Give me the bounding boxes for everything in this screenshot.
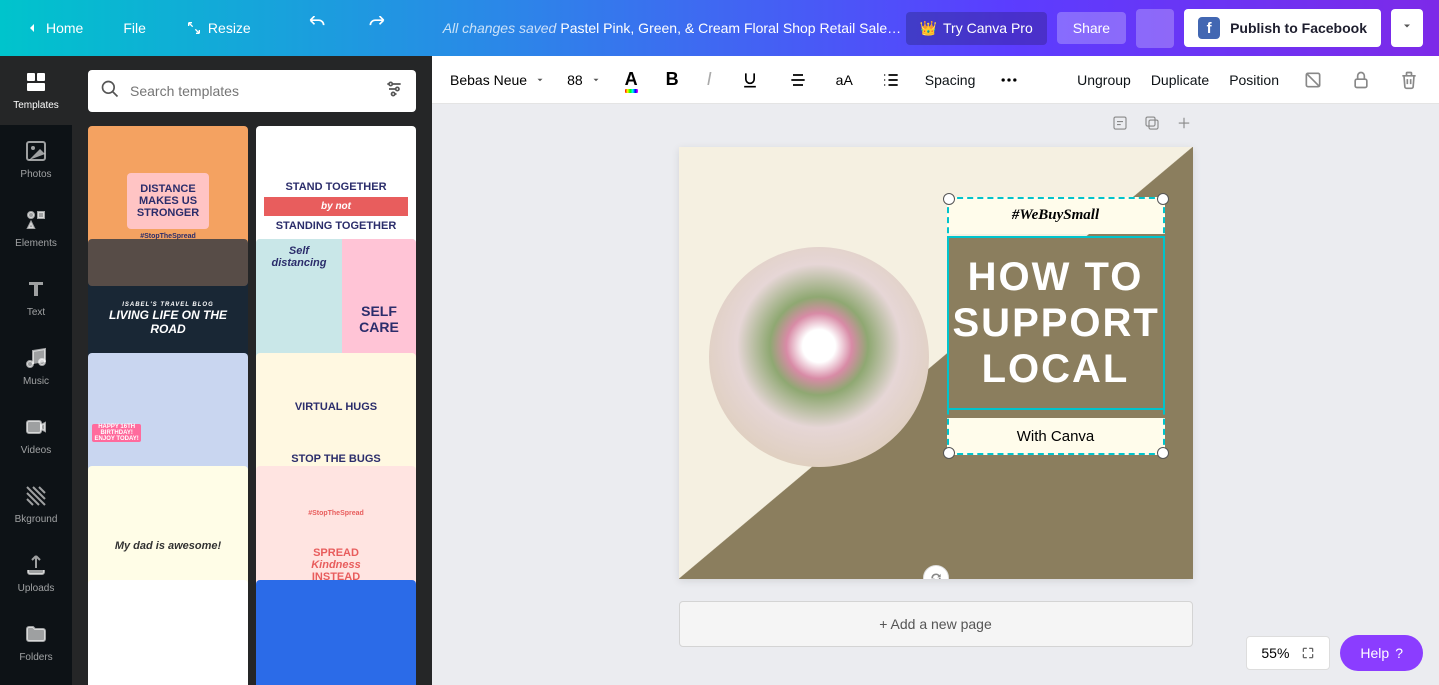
undo-button[interactable] — [299, 8, 335, 49]
nav-background-label: Bkground — [15, 514, 58, 525]
nav-music-label: Music — [23, 376, 49, 387]
nav-photos-label: Photos — [20, 169, 51, 180]
heading-line-3: LOCAL — [953, 346, 1159, 392]
help-label: Help — [1360, 645, 1389, 661]
add-page-icon[interactable] — [1175, 114, 1193, 137]
download-button[interactable] — [1136, 9, 1174, 48]
copy-page-icon[interactable] — [1143, 114, 1161, 137]
header-left-group: Home File Resize All changes saved — [16, 8, 556, 49]
hashtag-text[interactable]: #WeBuySmall — [947, 197, 1165, 234]
color-letter-icon: A — [625, 69, 638, 90]
nav-videos[interactable]: Videos — [0, 401, 72, 470]
facebook-icon: f — [1198, 17, 1220, 39]
header-right-group: 👑 Try Canva Pro Share f Publish to Faceb… — [906, 9, 1423, 48]
text-color-button[interactable]: A — [621, 65, 642, 94]
font-size-selector[interactable]: 88 — [567, 72, 601, 88]
help-button[interactable]: Help ? — [1340, 635, 1423, 671]
lock-button[interactable] — [1347, 66, 1375, 94]
ungroup-button[interactable]: Ungroup — [1077, 72, 1131, 88]
fullscreen-icon — [1301, 646, 1315, 660]
text-toolbar: Bebas Neue 88 A B I aA Spacing — [432, 56, 1439, 104]
help-icon: ? — [1395, 645, 1403, 661]
nav-videos-label: Videos — [21, 445, 51, 456]
more-button[interactable] — [995, 66, 1023, 94]
nav-photos[interactable]: Photos — [0, 125, 72, 194]
list-button[interactable] — [877, 66, 905, 94]
nav-uploads-label: Uploads — [18, 583, 55, 594]
try-pro-label: Try Canva Pro — [943, 20, 1033, 36]
nav-text-label: Text — [27, 307, 45, 318]
publish-label: Publish to Facebook — [1230, 20, 1367, 36]
share-button[interactable]: Share — [1057, 12, 1126, 44]
file-menu[interactable]: File — [115, 14, 154, 42]
nav-uploads[interactable]: Uploads — [0, 539, 72, 608]
nav-elements[interactable]: Elements — [0, 194, 72, 263]
heading-line-1: HOW TO — [953, 254, 1159, 300]
nav-sidebar: Templates Photos Elements Text Music Vid… — [0, 56, 72, 685]
publish-dropdown[interactable] — [1391, 9, 1423, 47]
top-header: Home File Resize All changes saved Paste… — [0, 0, 1439, 56]
bottom-controls: 55% Help ? — [1246, 635, 1423, 671]
nav-folders-label: Folders — [19, 652, 52, 663]
nav-templates[interactable]: Templates — [0, 56, 72, 125]
undo-redo-group — [299, 8, 395, 49]
subtitle-text[interactable]: With Canva — [947, 418, 1165, 455]
page-controls — [679, 104, 1193, 147]
save-status: All changes saved — [443, 20, 557, 36]
zoom-control[interactable]: 55% — [1246, 636, 1330, 670]
redo-button[interactable] — [359, 8, 395, 49]
nav-elements-label: Elements — [15, 238, 57, 249]
nav-templates-label: Templates — [13, 100, 59, 111]
nav-music[interactable]: Music — [0, 332, 72, 401]
canvas-area: Bebas Neue 88 A B I aA Spacing — [432, 56, 1439, 685]
align-button[interactable] — [784, 66, 812, 94]
canvas-workspace[interactable]: #WeBuySmall HOW TO SUPPORT LOCAL With Ca… — [432, 104, 1439, 685]
templates-grid[interactable]: DISTANCE MAKES US STRONGER #StopTheSprea… — [72, 126, 432, 685]
home-button[interactable]: Home — [16, 14, 91, 42]
underline-button[interactable] — [736, 66, 764, 94]
main-layout: Templates Photos Elements Text Music Vid… — [0, 56, 1439, 685]
font-size: 88 — [567, 72, 583, 88]
font-selector[interactable]: Bebas Neue — [448, 68, 547, 92]
nav-background[interactable]: Bkground — [0, 470, 72, 539]
file-label: File — [123, 20, 146, 36]
delete-button[interactable] — [1395, 66, 1423, 94]
crown-icon: 👑 — [920, 20, 937, 37]
notes-icon[interactable] — [1111, 114, 1129, 137]
filter-icon[interactable] — [384, 79, 404, 104]
flower-image-circle[interactable] — [709, 247, 929, 467]
zoom-value: 55% — [1261, 645, 1289, 661]
transparency-button[interactable] — [1299, 66, 1327, 94]
search-bar — [88, 70, 416, 112]
duplicate-button[interactable]: Duplicate — [1151, 72, 1209, 88]
font-name: Bebas Neue — [450, 72, 527, 88]
document-title[interactable]: Pastel Pink, Green, & Cream Floral Shop … — [560, 20, 901, 36]
nav-text[interactable]: Text — [0, 263, 72, 332]
add-page-button[interactable]: + Add a new page — [679, 601, 1193, 647]
home-label: Home — [46, 20, 83, 36]
resize-label: Resize — [208, 20, 251, 36]
main-heading-box[interactable]: HOW TO SUPPORT LOCAL — [947, 236, 1165, 410]
try-pro-button[interactable]: 👑 Try Canva Pro — [906, 12, 1047, 45]
canvas-page[interactable]: #WeBuySmall HOW TO SUPPORT LOCAL With Ca… — [679, 147, 1193, 579]
spacing-button[interactable]: Spacing — [925, 72, 976, 88]
position-button[interactable]: Position — [1229, 72, 1279, 88]
template-card[interactable] — [88, 580, 248, 685]
nav-folders[interactable]: Folders — [0, 608, 72, 677]
search-input[interactable] — [120, 83, 384, 99]
case-button[interactable]: aA — [832, 68, 857, 92]
templates-panel: DISTANCE MAKES US STRONGER #StopTheSprea… — [72, 56, 432, 685]
text-group-selection[interactable]: #WeBuySmall HOW TO SUPPORT LOCAL With Ca… — [947, 197, 1165, 455]
italic-button[interactable]: I — [703, 65, 716, 94]
resize-button[interactable]: Resize — [178, 14, 259, 42]
bold-button[interactable]: B — [662, 65, 683, 94]
heading-line-2: SUPPORT — [953, 300, 1159, 346]
publish-button[interactable]: f Publish to Facebook — [1184, 9, 1381, 47]
template-card[interactable] — [256, 580, 416, 685]
search-icon — [100, 79, 120, 104]
